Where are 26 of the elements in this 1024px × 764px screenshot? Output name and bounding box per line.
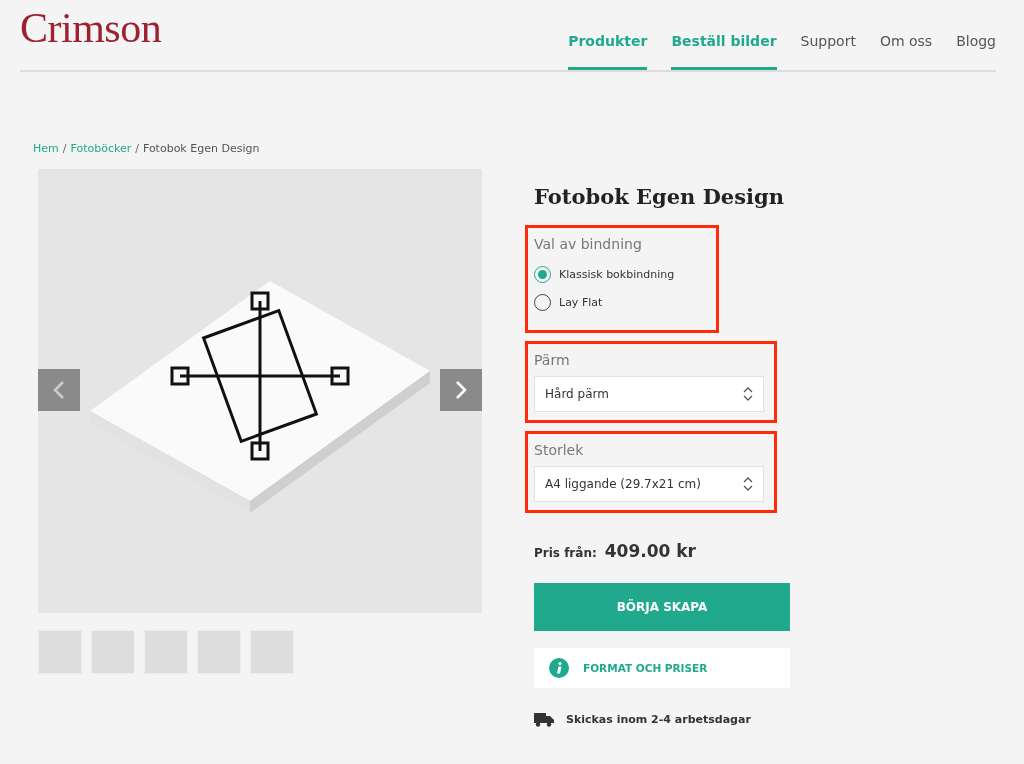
nav-link[interactable]: Om oss: [879, 33, 933, 70]
next-button[interactable]: [440, 369, 482, 411]
chevron-right-icon: [455, 380, 467, 400]
up-down-chevron-icon: [743, 476, 753, 492]
price-label: Pris från:: [534, 546, 597, 560]
info-icon: [549, 658, 569, 678]
chevron-left-icon: [53, 380, 65, 400]
logo[interactable]: Crimson: [20, 4, 162, 52]
radio-label[interactable]: Lay Flat: [559, 296, 603, 309]
truck-icon: [534, 712, 554, 727]
nav-link[interactable]: Blogg: [956, 33, 996, 70]
select-field[interactable]: Hård pärm: [534, 376, 764, 412]
select-field[interactable]: A4 liggande (29.7x21 cm): [534, 466, 764, 502]
price: 409.00 kr: [604, 541, 696, 561]
option-label: Storlek: [534, 442, 585, 458]
nav-link[interactable]: Support: [800, 33, 856, 70]
option-label: Val av bindning: [534, 236, 643, 252]
product-title: Fotobok Egen Design: [534, 184, 785, 209]
up-down-chevron-icon: [743, 386, 753, 402]
breadcrumb-current: Fotobok Egen Design: [142, 142, 260, 155]
option-label: Pärm: [534, 352, 571, 368]
breadcrumb-separator: /: [135, 142, 139, 155]
breadcrumb-separator: /: [62, 142, 67, 155]
shipping-text: Skickas inom 2-4 arbetsdagar: [566, 713, 751, 726]
radio-label[interactable]: Klassisk bokbindning: [559, 268, 675, 281]
previous-button[interactable]: [38, 369, 80, 411]
